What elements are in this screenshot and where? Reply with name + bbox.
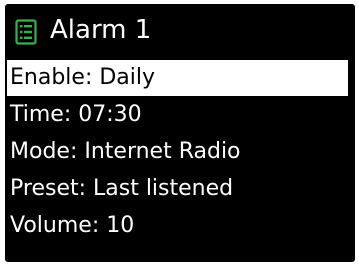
menu-item-enable[interactable]: Enable: Daily	[7, 60, 348, 96]
menu-item-preset[interactable]: Preset: Last listened	[5, 171, 355, 207]
menu-item-mode[interactable]: Mode: Internet Radio	[5, 134, 355, 170]
menu-item-time[interactable]: Time: 07:30	[5, 97, 355, 133]
page-title: Alarm 1	[50, 15, 152, 45]
menu-item-volume[interactable]: Volume: 10	[5, 208, 355, 244]
screen-header: Alarm 1	[5, 4, 355, 56]
menu-list-icon	[15, 19, 37, 45]
alarm-settings-screen: Alarm 1 Enable: Daily Time: 07:30 Mode: …	[5, 4, 355, 262]
